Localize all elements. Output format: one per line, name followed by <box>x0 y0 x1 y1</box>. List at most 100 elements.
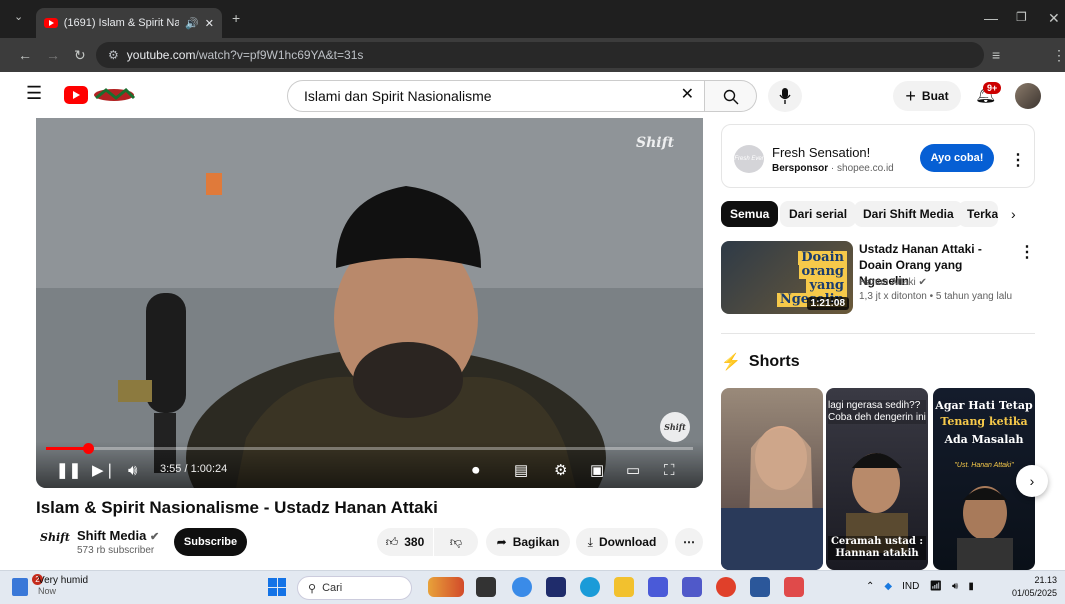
system-tray: ⌃ ◆ IND 📶︎ 🔊︎ ▮ <box>866 581 974 592</box>
search-icon: ⚲ <box>308 582 317 595</box>
recommendation-channel[interactable]: Hanan Attaki ✔ <box>859 277 927 288</box>
chip-related[interactable]: Terka <box>958 201 998 227</box>
file-explorer-icon[interactable] <box>614 577 634 597</box>
app-icon[interactable] <box>648 577 668 597</box>
hamburger-menu-icon[interactable]: ☰ <box>26 84 42 102</box>
notifications-button[interactable]: 🔔︎ 9+ <box>975 82 1002 106</box>
share-button[interactable]: ➦ Bagikan <box>486 528 570 556</box>
site-info-icon[interactable]: ⚙ <box>108 48 119 62</box>
scrubber-handle[interactable] <box>83 443 95 454</box>
thumbs-up-icon: 👍︎ <box>385 534 399 549</box>
subtitles-icon[interactable]: ▤ <box>514 463 528 478</box>
audio-icon[interactable]: 🔊 <box>185 17 199 30</box>
search-highlight-icon[interactable] <box>428 577 464 597</box>
video-watermark: Shift <box>636 135 675 151</box>
more-actions-button[interactable]: ⋯ <box>675 528 703 556</box>
short-card[interactable] <box>721 388 823 570</box>
fullscreen-icon[interactable]: ⛶ <box>664 463 675 478</box>
next-icon[interactable]: ▶❘ <box>92 463 116 478</box>
channel-watermark-button[interactable]: Shift <box>660 412 690 442</box>
recommendation-thumbnail[interactable]: Doain orang yang Ngeselin 1:21:08 <box>721 241 853 314</box>
url-bar[interactable]: ⚙ youtube.com/watch?v=pf9W1hc69YA&t=31s <box>96 42 984 68</box>
chip-channel[interactable]: Dari Shift Media <box>854 201 963 227</box>
edge-icon[interactable] <box>580 577 600 597</box>
video-duration: 1:21:08 <box>806 297 849 310</box>
video-player[interactable]: Shift Shift ❚❚ ▶❘ 🔊︎ 3:55 / 1:00:24 ⏺ ▤ … <box>36 118 703 488</box>
ad-logo: Fresh Ever <box>734 145 764 173</box>
account-avatar[interactable] <box>1015 83 1041 109</box>
progress-bar[interactable] <box>46 443 693 454</box>
taskbar-clock[interactable]: 21.13 01/05/2025 <box>1012 574 1057 600</box>
recommendation-more-icon[interactable]: ⋮ <box>1019 242 1035 262</box>
volume-icon[interactable]: 🔊︎ <box>128 463 137 478</box>
settings-gear-icon[interactable]: ⚙ <box>554 463 567 478</box>
weather-text: Very humid Now <box>38 575 88 596</box>
battery-icon[interactable]: ▮ <box>968 581 974 592</box>
search-button[interactable] <box>705 80 757 112</box>
pause-icon[interactable]: ❚❚ <box>56 463 81 478</box>
chip-series[interactable]: Dari serial <box>780 201 857 227</box>
taskbar-search[interactable]: ⚲ Cari <box>297 576 412 600</box>
word-icon[interactable] <box>750 577 770 597</box>
teams-icon[interactable] <box>682 577 702 597</box>
search-input[interactable]: Islami dan Spirit Nasionalisme ✕ <box>287 80 705 112</box>
short-caption: Ceramah ustad : Hannan atakih <box>828 536 926 560</box>
short-caption: "Ust. Hanan Attaki" <box>954 462 1014 469</box>
back-icon[interactable]: ← <box>18 48 32 62</box>
minimize-icon[interactable]: — <box>984 11 998 25</box>
voice-search-button[interactable] <box>768 80 802 112</box>
wifi-icon[interactable]: 📶︎ <box>929 581 942 592</box>
reload-icon[interactable]: ↻ <box>74 48 86 62</box>
tray-app-icon[interactable]: ◆ <box>884 581 892 592</box>
window-close-icon[interactable]: ✕ <box>1048 11 1060 25</box>
shorts-next-button[interactable]: › <box>1016 465 1048 497</box>
input-language[interactable]: IND <box>902 581 919 592</box>
search-icon <box>723 89 739 105</box>
tab-close-icon[interactable]: ✕ <box>205 17 214 30</box>
browser-tab[interactable]: (1691) Islam & Spirit Nasion 🔊 ✕ <box>36 8 222 38</box>
photoshop-icon[interactable] <box>546 577 566 597</box>
reading-list-icon[interactable]: ≡ <box>992 48 1000 62</box>
channel-name[interactable]: Shift Media ✔ <box>77 528 159 543</box>
like-button[interactable]: 👍︎ 380 <box>377 528 433 556</box>
verified-icon: ✔ <box>918 277 927 288</box>
restore-icon[interactable]: ❐ <box>1016 11 1027 23</box>
short-card[interactable]: lagi ngerasa sedih?? Coba deh dengerin i… <box>826 388 928 570</box>
player-controls: ❚❚ ▶❘ 🔊︎ 3:55 / 1:00:24 ⏺ ▤ ⚙ ▣ ▭ ⛶ <box>36 442 703 488</box>
create-button[interactable]: + Buat <box>893 81 961 111</box>
thumb-line: Doain <box>798 251 847 265</box>
ad-more-icon[interactable]: ⋮ <box>1010 150 1026 170</box>
ad-cta-button[interactable]: Ayo coba! <box>920 144 994 172</box>
theater-mode-icon[interactable]: ▭ <box>626 463 640 478</box>
subscribe-button[interactable]: Subscribe <box>174 528 247 556</box>
youtube-logo[interactable] <box>64 86 88 104</box>
download-button[interactable]: ⤓ Download <box>576 528 668 556</box>
miniplayer-icon[interactable]: ▣ <box>590 463 604 478</box>
thumbs-down-icon: 👎︎ <box>449 534 463 549</box>
clear-search-icon[interactable]: ✕ <box>681 87 694 103</box>
chevron-right-icon: › <box>1029 473 1035 489</box>
tab-search-icon[interactable]: ⌄ <box>14 12 23 23</box>
clock-time: 21.13 <box>1034 575 1057 585</box>
chip-all[interactable]: Semua <box>721 201 779 227</box>
short-overlay-text: Ada Masalah <box>944 433 1024 446</box>
forward-icon[interactable]: → <box>46 48 60 62</box>
dislike-button[interactable]: 👎︎ <box>434 528 478 556</box>
taskbar-search-label: Cari <box>322 582 343 594</box>
widgets-icon[interactable] <box>512 577 532 597</box>
chips-next-icon[interactable]: › <box>1011 206 1016 222</box>
chrome-menu-icon[interactable]: ⋮ <box>1052 48 1065 62</box>
channel-logo[interactable]: Shift <box>40 531 70 553</box>
time-display: 3:55 / 1:00:24 <box>160 463 228 475</box>
new-tab-button[interactable]: + <box>232 11 240 25</box>
chrome-icon[interactable] <box>716 577 736 597</box>
subscriber-count: 573 rb subscriber <box>77 545 155 556</box>
autoplay-toggle[interactable]: ⏺ <box>472 463 480 478</box>
tray-overflow-icon[interactable]: ⌃ <box>866 581 874 592</box>
task-view-icon[interactable] <box>476 577 496 597</box>
doodle-logo[interactable] <box>92 86 136 104</box>
share-label: Bagikan <box>512 535 560 549</box>
speaker-icon[interactable]: 🔊︎ <box>952 581 958 592</box>
calculator-icon[interactable] <box>784 577 804 597</box>
start-button[interactable] <box>268 578 286 596</box>
